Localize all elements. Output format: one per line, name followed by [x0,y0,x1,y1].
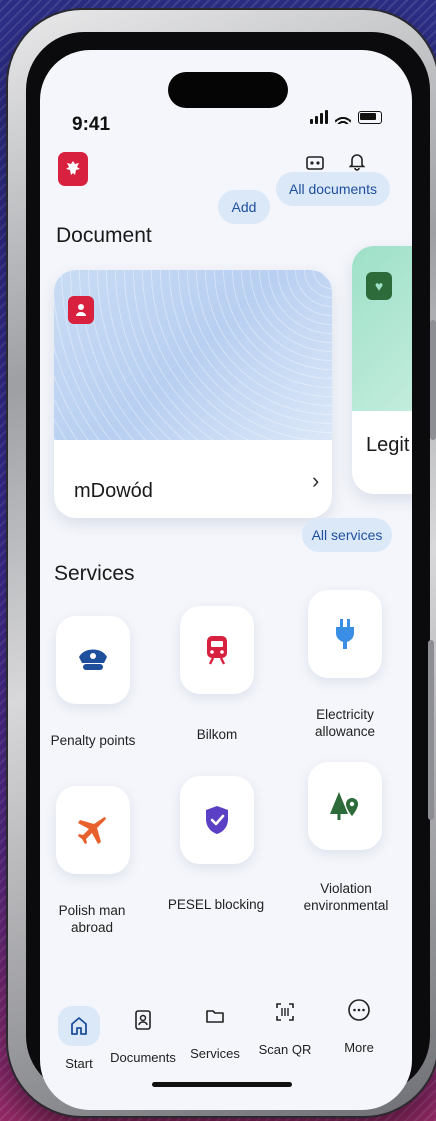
app-screen: 9:41 Add All documents Document mDowód ›… [40,50,412,1110]
shield-check-icon [206,806,228,834]
nav-active-indicator [58,1006,100,1046]
nav-label: Documents [110,1050,176,1065]
document-id-icon [135,1010,151,1030]
document-name: Legit [366,434,410,456]
all-documents-button[interactable]: All documents [276,172,390,206]
service-label: Electricity allowance [314,707,376,739]
chevron-right-icon: › [312,468,320,493]
service-bilkom[interactable] [180,606,254,694]
service-label: Polish man abroad [58,903,126,935]
service-violation-environmental[interactable] [308,762,382,850]
nav-label: More [344,1040,374,1055]
police-cap-icon [79,649,107,670]
nav-icon-wrap [338,990,380,1030]
status-time: 9:41 [72,114,111,135]
service-polish-man-abroad[interactable] [56,786,130,874]
service-penalty-points[interactable] [56,616,130,704]
signal-icon [310,110,328,124]
nav-item-scan-qr[interactable]: Scan QR [250,992,320,1057]
nav-item-start[interactable]: Start [44,1006,114,1071]
service-label: Bilkom [196,727,238,742]
scan-qr-icon [276,1003,294,1021]
nav-label: Services [190,1046,240,1061]
plug-icon [336,619,354,649]
side-button [428,640,434,820]
all-services-button[interactable]: All services [302,518,392,552]
service-label: PESEL blocking [167,897,265,912]
nav-item-more[interactable]: More [324,990,394,1055]
dynamic-island [168,72,288,108]
airplane-icon [78,817,106,844]
folder-icon [206,1010,224,1023]
nav-label: Start [65,1056,93,1071]
document-card-legit[interactable]: ♥ Legit [352,246,412,494]
home-icon [71,1017,87,1035]
poland-eagle-logo [58,152,88,186]
document-name: mDowód [74,480,153,502]
bell-icon[interactable] [344,148,370,174]
nav-icon-wrap [194,996,236,1036]
service-label: Violation environmental [303,881,389,913]
battery-icon [358,111,382,124]
more-icon [348,999,370,1021]
calendar-heart-icon: ♥ [366,272,392,300]
train-icon [207,636,227,665]
card-background [352,246,412,411]
documents-title: Document [56,224,152,247]
document-card-mdowod[interactable]: mDowód › [54,270,332,518]
home-indicator [152,1082,292,1087]
services-title: Services [54,562,135,585]
status-icons [310,110,382,124]
person-id-icon [68,296,94,324]
nav-item-documents[interactable]: Documents [108,1000,178,1065]
nav-label: Scan QR [258,1042,312,1057]
service-electricity-allowance[interactable] [308,590,382,678]
nav-icon-wrap [264,992,306,1032]
wifi-icon [335,112,351,124]
service-pesel-blocking[interactable] [180,776,254,864]
tree-location-icon [330,792,358,820]
add-document-button[interactable]: Add [218,190,270,224]
nav-item-services[interactable]: Services [180,996,250,1061]
nav-icon-wrap [122,1000,164,1040]
side-button [430,320,436,440]
bottom-navigation: Start Documents Services Scan QR More [40,990,412,1071]
phone-frame: 9:41 Add All documents Document mDowód ›… [8,10,436,1116]
card-background [54,270,332,440]
service-label: Penalty points [50,733,136,748]
